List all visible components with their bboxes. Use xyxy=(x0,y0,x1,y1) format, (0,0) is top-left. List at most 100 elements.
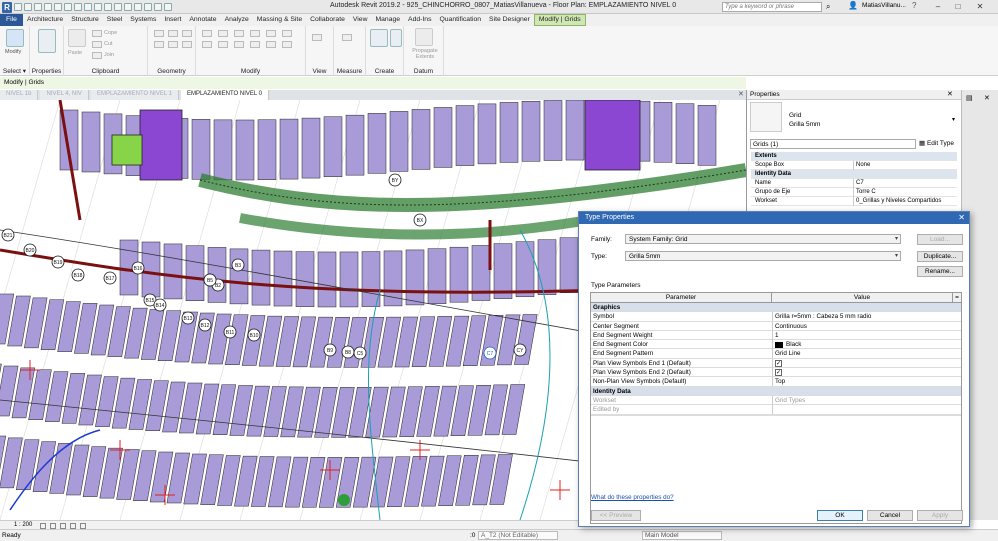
parameter-row[interactable]: Plan View Symbols End 1 (Default) ✓ xyxy=(591,358,962,369)
property-row[interactable]: Scope Box None xyxy=(751,161,957,170)
tab-modify-grids[interactable]: Modify | Grids xyxy=(533,14,586,26)
maximize-icon[interactable]: □ xyxy=(950,0,966,14)
scale-icon[interactable] xyxy=(282,41,292,48)
undo-icon[interactable] xyxy=(44,3,52,11)
checkbox[interactable]: ✓ xyxy=(775,368,782,376)
align-icon[interactable] xyxy=(202,30,212,37)
parameter-row[interactable]: Symbol Grilla r=5mm : Cabeza 5 mm radio xyxy=(591,312,962,322)
measure-icon[interactable] xyxy=(74,3,82,11)
view-tab[interactable]: NIVEL 4, NIV xyxy=(40,90,89,100)
active-workset-select[interactable]: A_T2 (Not Editable) xyxy=(478,531,558,540)
geometry-tool-icon[interactable] xyxy=(182,30,192,37)
sort-icon[interactable]: = xyxy=(953,293,961,302)
close-browser-icon[interactable]: ✕ xyxy=(984,94,990,102)
dropdown-icon[interactable] xyxy=(164,3,172,11)
parameter-value[interactable]: Top xyxy=(772,377,962,387)
geometry-tool-icon[interactable] xyxy=(154,41,164,48)
trim-icon[interactable] xyxy=(250,41,260,48)
modify-cursor-icon[interactable] xyxy=(6,29,24,47)
parameter-value[interactable]: Continuous xyxy=(772,321,962,331)
parameter-value[interactable]: Grilla r=5mm : Cabeza 5 mm radio xyxy=(772,312,962,322)
view-tab[interactable]: NIVEL 1b xyxy=(0,90,39,100)
parameter-value[interactable]: 1 xyxy=(772,330,962,340)
tab-insert[interactable]: Insert xyxy=(160,14,185,26)
tab-view[interactable]: View xyxy=(349,14,372,26)
propagate-extents-icon[interactable] xyxy=(415,28,433,46)
project-browser-icon[interactable]: ▤ xyxy=(966,94,973,102)
tab-massing-site[interactable]: Massing & Site xyxy=(253,14,306,26)
tab-manage[interactable]: Manage xyxy=(371,14,404,26)
measure-tool-icon[interactable] xyxy=(342,34,352,41)
instance-filter[interactable]: Grids (1) xyxy=(750,139,916,149)
move-icon[interactable] xyxy=(202,41,212,48)
save-icon[interactable] xyxy=(24,3,32,11)
property-category[interactable]: Extents xyxy=(751,152,957,161)
parameter-row[interactable]: End Segment Pattern Grid Line xyxy=(591,349,961,359)
geometry-tool-icon[interactable] xyxy=(154,30,164,37)
apply-button[interactable]: Apply xyxy=(917,510,963,521)
geometry-tool-icon[interactable] xyxy=(168,41,178,48)
tag-icon[interactable] xyxy=(94,3,102,11)
property-row[interactable]: Name C7 xyxy=(751,179,957,188)
tab-quantification[interactable]: Quantification xyxy=(435,14,485,26)
open-icon[interactable] xyxy=(14,3,22,11)
array-icon[interactable] xyxy=(266,41,276,48)
select-dropdown[interactable]: Select ▾ xyxy=(0,67,29,75)
3d-view-icon[interactable] xyxy=(114,3,122,11)
duplicate-button[interactable]: Duplicate... xyxy=(917,251,963,262)
property-value[interactable]: 0_Grillas y Niveles Compartidos xyxy=(853,197,957,206)
tab-collaborate[interactable]: Collaborate xyxy=(306,14,349,26)
switch-windows-icon[interactable] xyxy=(154,3,162,11)
close-hidden-icon[interactable] xyxy=(144,3,152,11)
parameter-value[interactable]: ✓ xyxy=(772,358,962,368)
close-properties-icon[interactable]: ✕ xyxy=(947,90,953,98)
parameter-value[interactable]: ✓ xyxy=(772,368,962,378)
user-name[interactable]: MatiasVillanu... xyxy=(862,2,906,9)
dimension-icon[interactable] xyxy=(84,3,92,11)
help-link[interactable]: What do these properties do? xyxy=(591,494,674,501)
load-button[interactable]: Load... xyxy=(917,234,963,245)
type-select[interactable]: Grilla 5mm ▾ xyxy=(625,251,901,261)
offset-icon[interactable] xyxy=(218,30,228,37)
revit-logo-icon[interactable]: R xyxy=(2,1,12,13)
parameter-value[interactable] xyxy=(772,405,962,415)
edit-type-button[interactable]: ▦ Edit Type xyxy=(919,139,954,147)
parameter-row[interactable]: Center Segment Continuous xyxy=(591,321,962,331)
ok-button[interactable]: OK xyxy=(817,510,863,521)
section-icon[interactable] xyxy=(124,3,132,11)
create-group-icon[interactable] xyxy=(390,29,402,47)
rotate-icon[interactable] xyxy=(234,41,244,48)
sync-icon[interactable] xyxy=(34,3,42,11)
paste-icon[interactable] xyxy=(68,29,86,47)
tab-annotate[interactable]: Annotate xyxy=(185,14,220,26)
property-value[interactable]: C7 xyxy=(853,179,957,188)
properties-icon[interactable] xyxy=(38,29,56,53)
parameter-row[interactable]: Non-Plan View Symbols (Default) Top xyxy=(591,377,962,387)
minimize-icon[interactable]: – xyxy=(930,0,946,14)
design-option-select[interactable]: Main Model xyxy=(642,531,722,540)
type-selector-arrow-icon[interactable]: ▾ xyxy=(952,116,955,123)
pin-icon[interactable] xyxy=(282,30,292,37)
tab-site-designer[interactable]: Site Designer xyxy=(485,14,534,26)
parameter-row[interactable]: End Segment Color Black xyxy=(591,340,961,350)
cut-icon[interactable] xyxy=(92,41,102,48)
close-view-icon[interactable]: ✕ xyxy=(738,90,744,98)
parameter-row[interactable]: End Segment Weight 1 xyxy=(591,330,962,341)
tab-systems[interactable]: Systems xyxy=(126,14,160,26)
parameter-row[interactable]: Plan View Symbols End 2 (Default) ✓ xyxy=(591,368,962,378)
mirror-draw-icon[interactable] xyxy=(250,30,260,37)
join-icon[interactable] xyxy=(92,52,102,59)
view-icon[interactable] xyxy=(312,34,322,41)
property-row[interactable]: Workset 0_Grillas y Niveles Compartidos xyxy=(751,197,957,206)
cope-icon[interactable] xyxy=(92,30,102,37)
binoculars-icon[interactable]: ⌕ xyxy=(826,2,830,12)
property-value[interactable]: Torre C xyxy=(853,188,957,197)
tab-add-ins[interactable]: Add-Ins xyxy=(404,14,435,26)
parameter-row[interactable]: Edited by xyxy=(591,405,962,415)
close-icon[interactable]: ✕ xyxy=(972,0,988,14)
preview-button[interactable]: << Preview xyxy=(591,510,641,521)
create-assembly-icon[interactable] xyxy=(370,29,388,47)
user-icon[interactable]: 👤 xyxy=(848,1,858,10)
tab-architecture[interactable]: Architecture xyxy=(23,14,67,26)
tab-structure[interactable]: Structure xyxy=(67,14,103,26)
